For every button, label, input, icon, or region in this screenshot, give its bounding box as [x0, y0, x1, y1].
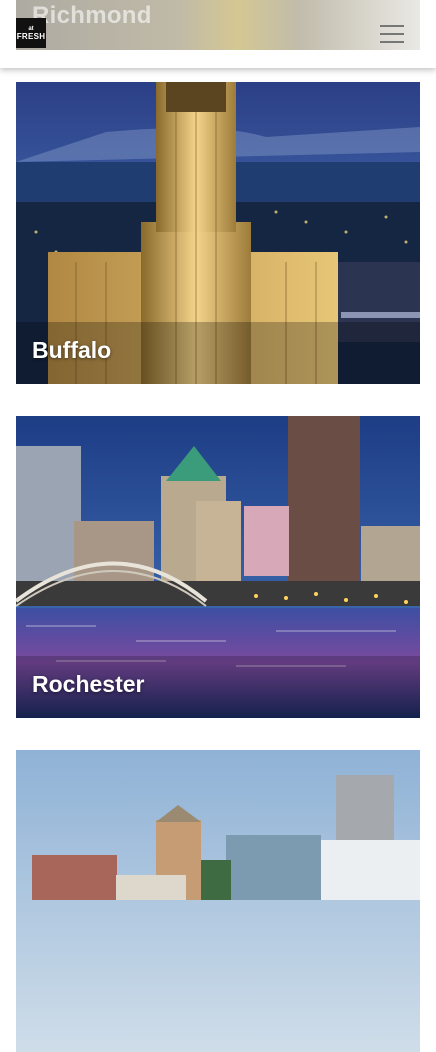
app-header: Richmond at FRESH: [0, 0, 436, 68]
city-title: Rochester: [32, 671, 145, 697]
brand-logo[interactable]: at FRESH: [16, 18, 46, 48]
city-card-buffalo[interactable]: Buffalo: [16, 82, 420, 384]
hamburger-menu-icon[interactable]: [378, 22, 406, 46]
scrolled-card-title: Richmond: [32, 2, 152, 29]
city-card-rochester[interactable]: Rochester: [16, 416, 420, 718]
city-card-third[interactable]: [16, 750, 420, 1052]
logo-text-bottom: FRESH: [16, 32, 46, 41]
city-title: Buffalo: [32, 337, 112, 363]
third-city-image: [16, 750, 420, 1052]
